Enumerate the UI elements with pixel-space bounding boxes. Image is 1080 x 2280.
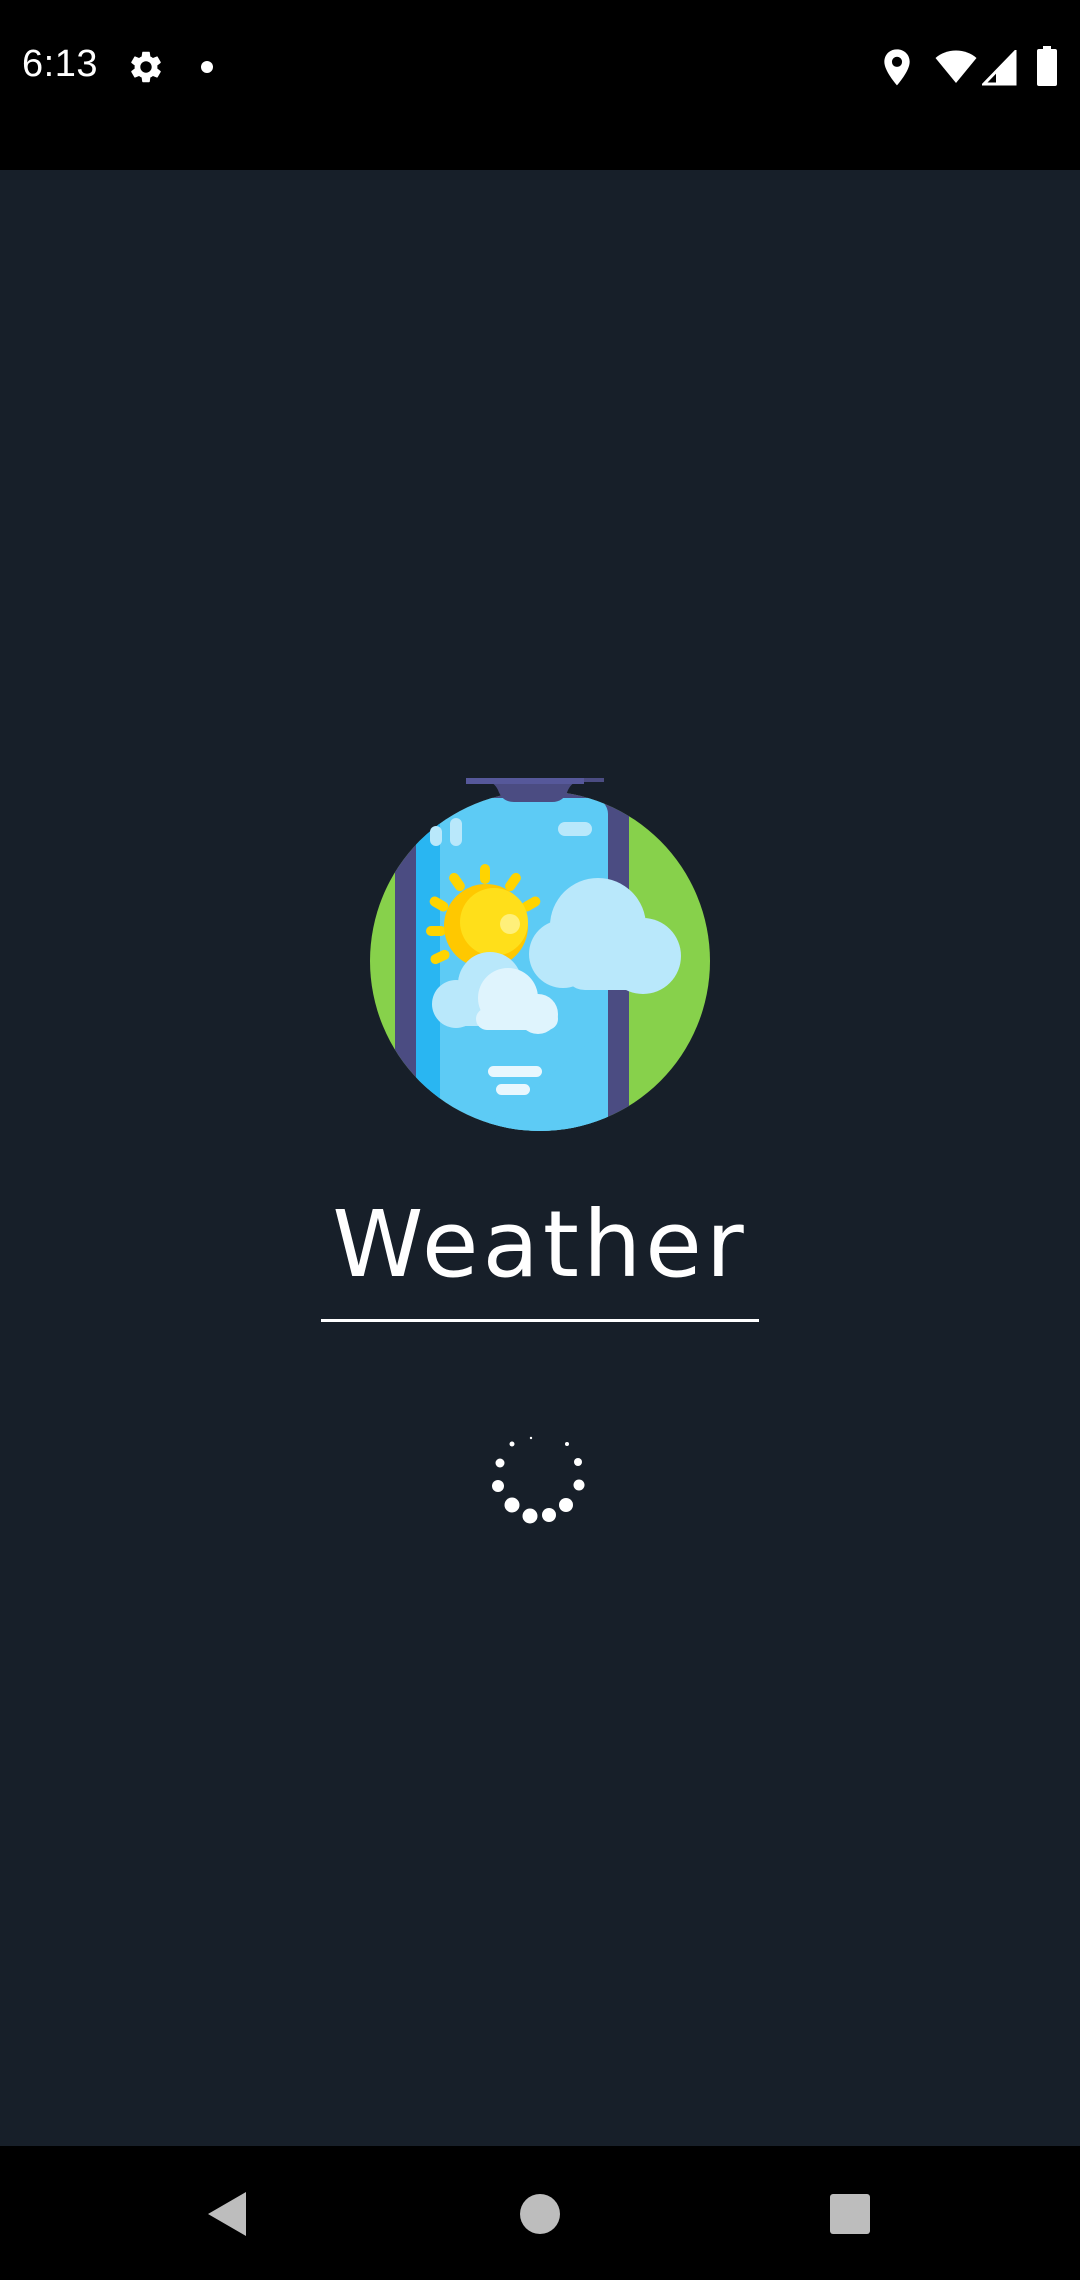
status-time: 6:13 xyxy=(22,43,98,85)
title-underline xyxy=(321,1319,759,1322)
notification-dot-icon xyxy=(201,61,213,73)
wifi-icon xyxy=(935,50,977,83)
app-title: Weather xyxy=(332,1191,748,1298)
recents-icon[interactable] xyxy=(750,2146,950,2280)
splash-screen xyxy=(0,170,1080,2146)
cellular-signal-icon xyxy=(982,50,1017,86)
phone-weather-icon xyxy=(370,778,710,1131)
status-bar: 6:13 xyxy=(0,0,1080,170)
navigation-bar xyxy=(0,2146,1080,2280)
settings-icon xyxy=(131,51,161,83)
back-icon[interactable] xyxy=(126,2146,326,2280)
home-icon[interactable] xyxy=(440,2146,640,2280)
battery-icon xyxy=(1037,46,1057,86)
location-icon xyxy=(884,49,910,86)
loading-spinner xyxy=(492,1436,585,1524)
